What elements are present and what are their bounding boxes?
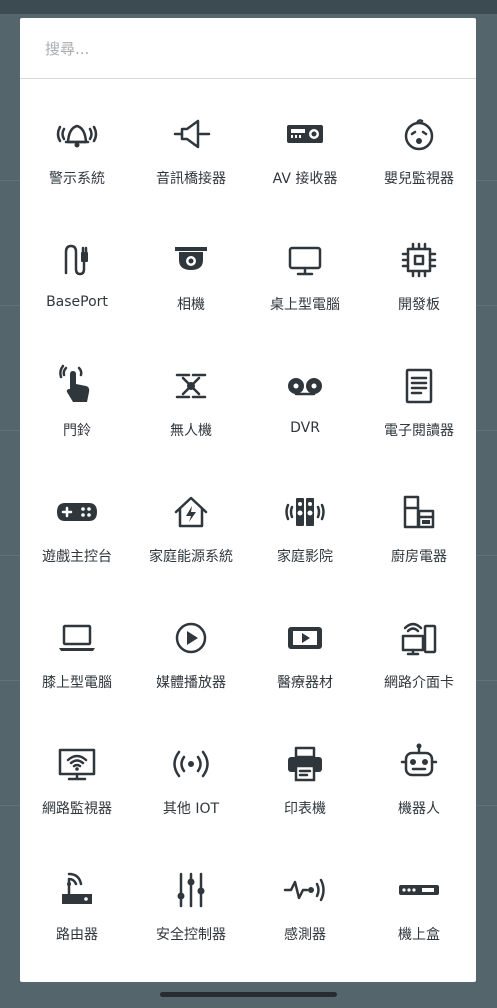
device-type-label: 其他 IOT — [162, 801, 220, 817]
signal-broadcast-icon — [173, 750, 209, 778]
device-type-option[interactable]: 嬰兒監視器 — [362, 79, 476, 205]
router-icon — [62, 872, 92, 904]
search-input[interactable]: 搜尋... — [20, 18, 476, 79]
desktop-monitor-icon — [288, 246, 322, 276]
device-type-label: AV 接收器 — [272, 171, 338, 187]
robot-icon — [400, 743, 438, 777]
device-type-option[interactable]: 相機 — [134, 205, 248, 331]
tower-speakers-icon — [285, 498, 325, 526]
device-type-option[interactable]: 警示系統 — [20, 79, 134, 205]
device-type-option[interactable]: 醫療器材 — [248, 583, 362, 709]
device-type-label: 警示系統 — [49, 171, 105, 187]
wifi-monitor-icon — [58, 748, 96, 781]
device-type-label: 印表機 — [284, 801, 326, 817]
network-devices-icon — [401, 622, 437, 656]
sensor-wave-icon — [283, 878, 325, 902]
tape-reel-icon — [288, 378, 322, 396]
device-type-label: 桌上型電腦 — [270, 297, 340, 313]
device-type-grid: 警示系統 音訊橋接器 AV 接收器 嬰兒監視器 BasePort 相機 桌上型電腦 開發板門鈴… — [20, 79, 476, 961]
device-type-label: 遊戲主控台 — [42, 549, 112, 565]
device-type-picker-dialog: 搜尋... 警示系統 音訊橋接器 AV 接收器 嬰兒監視器 BasePort 相機 桌上型電… — [20, 18, 476, 982]
device-type-label: DVR — [290, 420, 320, 436]
device-type-option[interactable]: 路由器 — [20, 835, 134, 961]
device-type-option[interactable]: 其他 IOT — [134, 709, 248, 835]
device-type-label: 感測器 — [284, 927, 326, 943]
device-type-label: 門鈴 — [63, 423, 91, 439]
device-type-label: 機器人 — [398, 801, 440, 817]
av-receiver-icon — [287, 125, 323, 143]
play-circle-icon — [175, 622, 207, 654]
device-type-option[interactable]: 機上盒 — [362, 835, 476, 961]
speaker-bridge-icon — [173, 119, 211, 149]
device-type-label: 機上盒 — [398, 927, 440, 943]
device-type-option[interactable]: 感測器 — [248, 835, 362, 961]
laptop-icon — [59, 624, 95, 651]
chip-icon — [401, 242, 437, 278]
device-type-option[interactable]: 印表機 — [248, 709, 362, 835]
device-type-option[interactable]: 安全控制器 — [134, 835, 248, 961]
device-type-option[interactable]: 無人機 — [134, 331, 248, 457]
device-type-label: 嬰兒監視器 — [384, 171, 454, 187]
sliders-icon — [177, 872, 205, 908]
device-type-option[interactable]: 電子閱讀器 — [362, 331, 476, 457]
device-type-option[interactable]: 家庭能源系統 — [134, 457, 248, 583]
device-type-option[interactable]: 桌上型電腦 — [248, 205, 362, 331]
device-type-label: 膝上型電腦 — [42, 675, 112, 691]
device-type-option[interactable]: BasePort — [20, 205, 134, 331]
baby-face-icon — [404, 119, 434, 151]
device-type-label: 媒體播放器 — [156, 675, 226, 691]
home-indicator[interactable] — [160, 992, 337, 997]
device-type-label: 家庭能源系統 — [149, 549, 233, 565]
device-type-option[interactable]: 門鈴 — [20, 331, 134, 457]
device-type-label: 網路監視器 — [42, 801, 112, 817]
device-type-label: 電子閱讀器 — [384, 423, 454, 439]
printer-icon — [288, 746, 322, 782]
device-type-option[interactable]: AV 接收器 — [248, 79, 362, 205]
device-type-option[interactable]: DVR — [248, 331, 362, 457]
device-type-option[interactable]: 開發板 — [362, 205, 476, 331]
device-type-label: 廚房電器 — [391, 549, 447, 565]
hand-press-icon — [59, 364, 90, 402]
device-type-option[interactable]: 音訊橋接器 — [134, 79, 248, 205]
device-type-option[interactable]: 膝上型電腦 — [20, 583, 134, 709]
drone-icon — [175, 373, 207, 399]
device-type-option[interactable]: 媒體播放器 — [134, 583, 248, 709]
cable-plug-icon — [64, 244, 88, 276]
kitchen-appliance-icon — [403, 495, 435, 529]
device-type-label: 相機 — [177, 297, 205, 313]
device-type-option[interactable]: 機器人 — [362, 709, 476, 835]
device-type-label: BasePort — [46, 294, 108, 310]
device-type-label: 家庭影院 — [277, 549, 333, 565]
device-type-label: 音訊橋接器 — [156, 171, 226, 187]
device-type-option[interactable]: 廚房電器 — [362, 457, 476, 583]
camera-icon — [175, 247, 207, 270]
device-type-option[interactable]: 遊戲主控台 — [20, 457, 134, 583]
device-type-option[interactable]: 網路介面卡 — [362, 583, 476, 709]
app-header-background — [0, 0, 497, 14]
house-bolt-icon — [174, 496, 208, 528]
set-top-box-icon — [399, 885, 439, 895]
device-type-label: 醫療器材 — [277, 675, 333, 691]
bell-alarm-icon — [56, 124, 98, 148]
device-type-label: 路由器 — [56, 927, 98, 943]
device-type-label: 網路介面卡 — [384, 675, 454, 691]
device-type-option[interactable]: 網路監視器 — [20, 709, 134, 835]
device-type-label: 安全控制器 — [156, 927, 226, 943]
device-type-label: 開發板 — [398, 297, 440, 313]
search-placeholder: 搜尋... — [45, 39, 90, 58]
media-screen-icon — [288, 627, 322, 649]
device-type-option[interactable]: 家庭影院 — [248, 457, 362, 583]
device-type-label: 無人機 — [170, 423, 212, 439]
ereader-icon — [405, 368, 433, 404]
gamepad-icon — [57, 503, 97, 521]
